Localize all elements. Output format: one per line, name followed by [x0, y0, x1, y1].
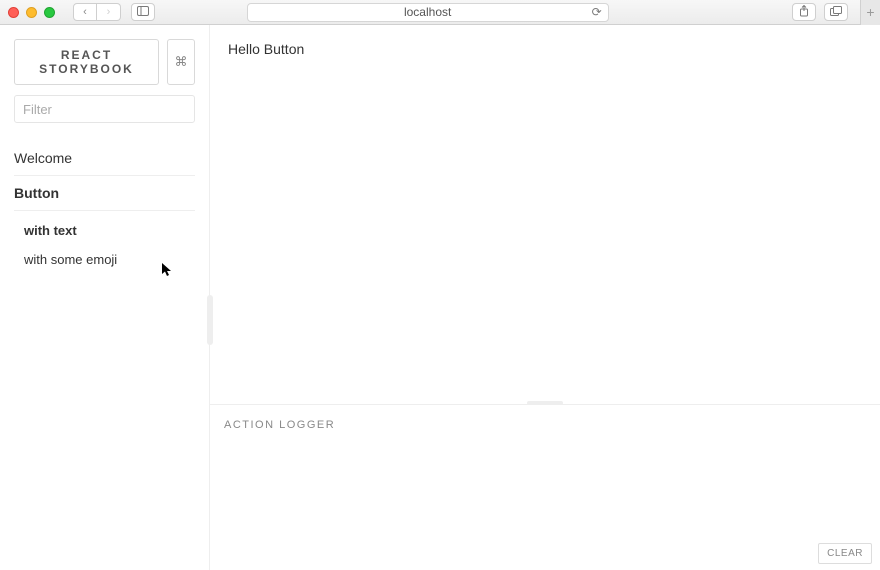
forward-button[interactable]: › [97, 3, 121, 21]
window-traffic-lights [8, 7, 55, 18]
show-tabs-button[interactable] [824, 3, 848, 21]
address-bar[interactable]: localhost ⟳ [247, 3, 609, 22]
main-pane: Hello Button ACTION LOGGER CLEAR [210, 25, 880, 570]
window-minimize-button[interactable] [26, 7, 37, 18]
share-icon [799, 5, 809, 20]
action-logger-title: ACTION LOGGER [210, 405, 880, 439]
sidebar-icon [137, 6, 149, 19]
action-logger-body [210, 439, 880, 537]
sidebar-toggle-button[interactable] [131, 3, 155, 21]
preview-content[interactable]: Hello Button [228, 41, 304, 57]
share-button[interactable] [792, 3, 816, 21]
story-tree: Welcome Button with text with some emoji [14, 141, 195, 273]
shortcuts-button[interactable]: ⌘ [167, 39, 195, 85]
storybook-app: REACT STORYBOOK ⌘ Welcome Button with te… [0, 25, 880, 570]
plus-icon: + [866, 4, 874, 20]
new-tab-button[interactable]: + [860, 0, 880, 25]
brand-title[interactable]: REACT STORYBOOK [14, 39, 159, 85]
back-button[interactable]: ‹ [73, 3, 97, 21]
chevron-right-icon: › [107, 6, 111, 18]
action-logger-panel: ACTION LOGGER CLEAR [210, 405, 880, 570]
preview-area: Hello Button [210, 25, 880, 405]
nav-back-forward: ‹ › [73, 3, 121, 21]
browser-toolbar: ‹ › localhost ⟳ + [0, 0, 880, 25]
story-with-text[interactable]: with text [24, 215, 195, 244]
chevron-left-icon: ‹ [83, 6, 87, 18]
story-kind-welcome[interactable]: Welcome [14, 141, 195, 176]
story-list: with text with some emoji [14, 211, 195, 273]
reload-icon[interactable]: ⟳ [592, 5, 602, 19]
window-close-button[interactable] [8, 7, 19, 18]
panel-resize-handle[interactable] [527, 401, 563, 405]
tabs-icon [830, 6, 842, 19]
clear-button[interactable]: CLEAR [818, 543, 872, 564]
command-icon: ⌘ [175, 54, 188, 70]
sidebar: REACT STORYBOOK ⌘ Welcome Button with te… [0, 25, 210, 570]
filter-input[interactable] [14, 95, 195, 123]
story-with-some-emoji[interactable]: with some emoji [24, 244, 195, 273]
story-kind-button[interactable]: Button [14, 176, 195, 211]
window-fullscreen-button[interactable] [44, 7, 55, 18]
address-text: localhost [404, 5, 451, 19]
